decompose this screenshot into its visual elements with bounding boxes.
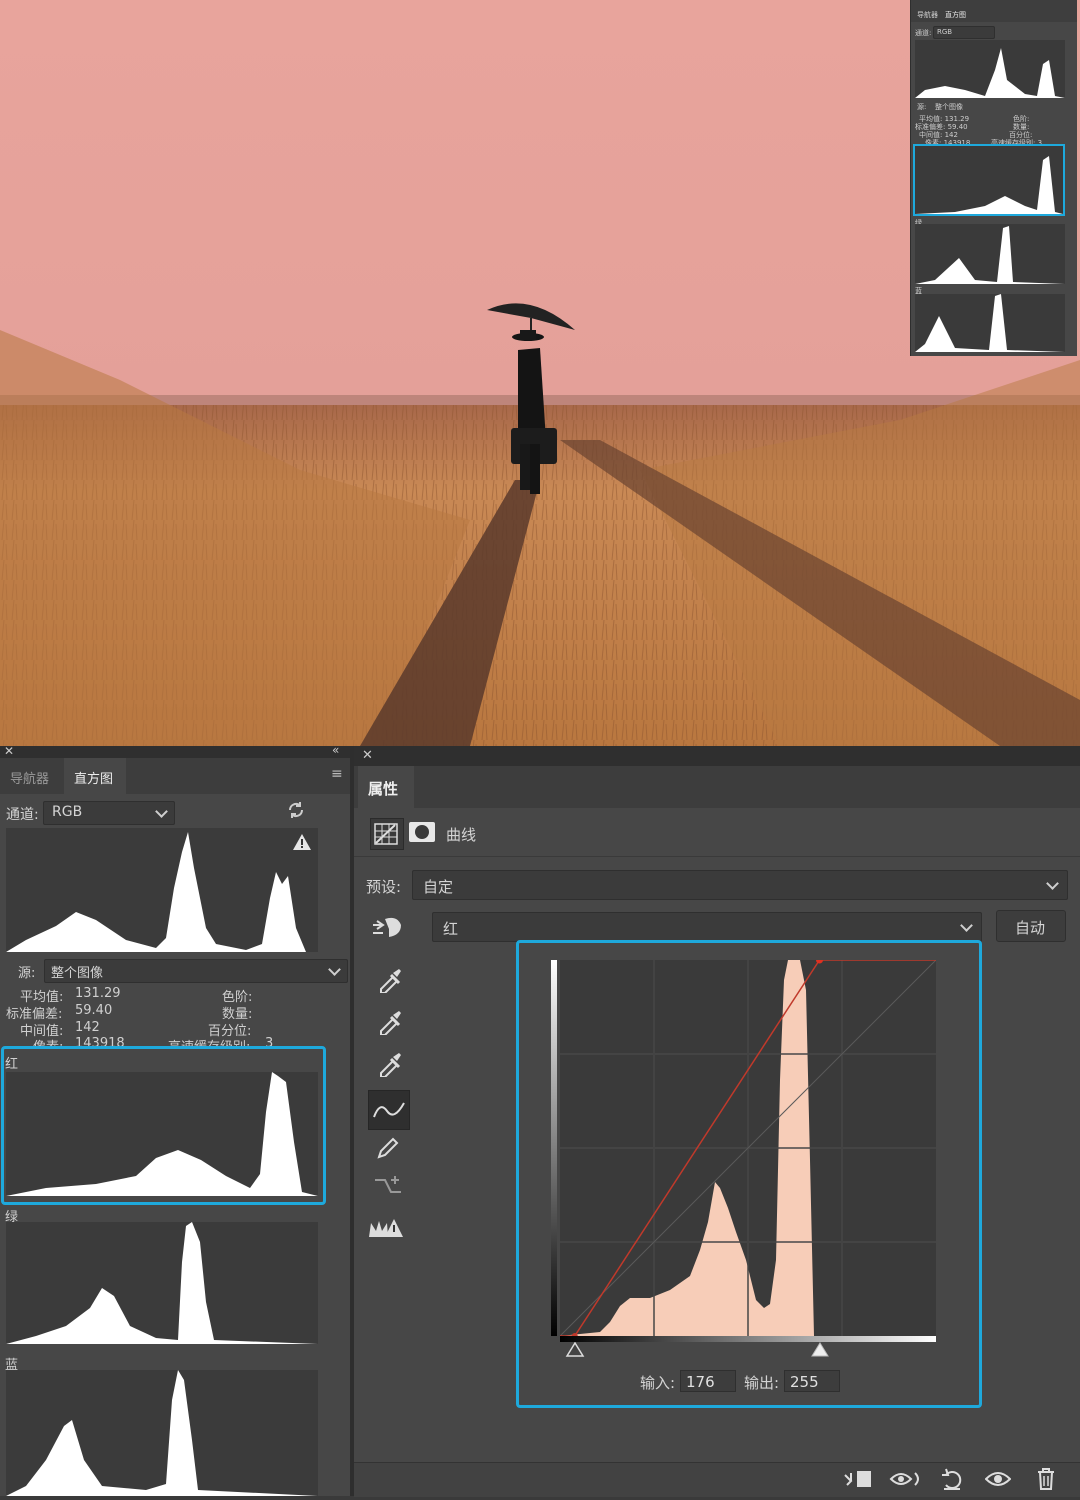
black-point-slider[interactable] xyxy=(565,1341,585,1362)
mini-source-value: 整个图像 xyxy=(935,103,963,111)
channel-value: RGB xyxy=(52,804,83,820)
mini-tab-navigator[interactable]: 导航器 xyxy=(917,10,938,20)
output-gradient-bar xyxy=(551,960,557,1336)
bottom-toolbar xyxy=(354,1462,1080,1497)
chevron-down-icon xyxy=(1046,877,1059,890)
curves-graph-svg xyxy=(559,956,937,1339)
separator xyxy=(354,856,1080,857)
adjustment-name: 曲线 xyxy=(446,826,477,844)
tab-properties[interactable]: 属性 xyxy=(358,766,414,808)
mini-histogram-overlay: 导航器 直方图 通道: RGB 源: 整个图像 平均值: 131.29 标准偏差… xyxy=(910,0,1077,356)
green-histogram xyxy=(6,1222,318,1344)
pixels-value: 143918 xyxy=(75,1036,125,1046)
source-select[interactable]: 整个图像 xyxy=(44,959,348,983)
preset-label: 预设: xyxy=(366,878,402,896)
trash-icon[interactable] xyxy=(1028,1464,1064,1494)
mini-channel-select[interactable]: RGB xyxy=(933,26,995,39)
mini-tab-histogram[interactable]: 直方图 xyxy=(945,10,966,20)
curve-channel-select[interactable]: 红 xyxy=(432,912,982,942)
preset-value: 自定 xyxy=(423,878,454,896)
auto-button-label: 自动 xyxy=(1015,919,1046,937)
channel-label: 通道: xyxy=(6,807,39,823)
menu-icon[interactable]: ≡ xyxy=(331,766,343,782)
tab-histogram-label: 直方图 xyxy=(74,772,114,787)
preset-select[interactable]: 自定 xyxy=(412,870,1068,900)
source-label: 源: xyxy=(18,966,36,981)
refresh-icon[interactable] xyxy=(286,800,306,824)
median-value: 142 xyxy=(75,1020,100,1035)
mini-channel-value: RGB xyxy=(937,28,953,36)
red-histogram-highlight xyxy=(1,1046,326,1205)
input-label: 输入: xyxy=(640,1374,676,1392)
input-gradient-bar xyxy=(560,1336,936,1342)
auto-button[interactable]: 自动 xyxy=(996,910,1066,942)
input-value-field[interactable]: 176 xyxy=(680,1370,736,1392)
histogram-panel: ✕ « 导航器 直方图 ≡ 通道: RGB 源: 整个图像 平均值: 131.2… xyxy=(0,743,350,1496)
eyedropper-gray-icon[interactable] xyxy=(372,1004,408,1040)
pencil-icon[interactable] xyxy=(370,1130,406,1166)
smooth-icon[interactable] xyxy=(370,1168,406,1204)
cache-value: 3 xyxy=(265,1036,274,1046)
mini-blue-histogram xyxy=(915,294,1065,352)
mini-tab-bar: 导航器 直方图 xyxy=(911,0,1077,22)
tab-histogram[interactable]: 直方图 xyxy=(64,758,126,794)
output-value-field[interactable]: 255 xyxy=(784,1370,840,1392)
pixels-label: 像素: xyxy=(33,1036,63,1046)
tab-navigator[interactable]: 导航器 xyxy=(10,768,49,787)
close-icon[interactable]: ✕ xyxy=(362,748,373,763)
tab-bar xyxy=(0,758,350,794)
chevron-down-icon xyxy=(960,919,973,932)
properties-panel: ✕ 属性 曲线 预设: 自定 红 自动 输入: 176 输出: 255 xyxy=(354,746,1080,1497)
eyedropper-white-icon[interactable] xyxy=(372,1046,408,1082)
collapse-icon[interactable]: « xyxy=(332,743,339,757)
eyedropper-black-icon[interactable] xyxy=(372,962,408,998)
source-value: 整个图像 xyxy=(51,966,104,981)
panel-title-strip xyxy=(354,746,1080,766)
mini-rgb-histogram xyxy=(915,40,1065,98)
tab-properties-label: 属性 xyxy=(368,780,399,798)
curves-grid-icon[interactable] xyxy=(370,818,404,850)
channel-select[interactable]: RGB xyxy=(43,801,175,825)
clip-to-layer-icon[interactable] xyxy=(840,1464,876,1494)
mini-source-label: 源: xyxy=(917,103,927,111)
white-point-slider[interactable] xyxy=(810,1342,830,1362)
mini-red-histogram xyxy=(913,144,1065,216)
close-icon[interactable]: ✕ xyxy=(4,744,14,758)
mini-green-histogram xyxy=(915,224,1065,284)
percentile-label: 百分位: xyxy=(208,1024,252,1039)
output-label: 输出: xyxy=(744,1374,780,1392)
view-previous-icon[interactable] xyxy=(886,1464,926,1494)
stddev-value: 59.40 xyxy=(75,1003,113,1018)
rgb-histogram xyxy=(6,828,318,952)
mask-icon[interactable] xyxy=(408,820,436,844)
stats-clipped-row: 像素: 143918 高速缓存级别: 3 xyxy=(0,1034,330,1046)
targeted-adjust-icon[interactable] xyxy=(370,910,406,946)
chevron-down-icon xyxy=(328,963,341,976)
warning-icon[interactable] xyxy=(293,834,311,854)
visibility-icon[interactable] xyxy=(980,1464,1016,1494)
curves-graph[interactable] xyxy=(559,956,937,1339)
curve-channel-value: 红 xyxy=(443,920,459,938)
tab-bar xyxy=(354,766,1080,808)
reset-icon[interactable] xyxy=(934,1464,970,1494)
blue-histogram xyxy=(6,1370,318,1496)
chevron-down-icon xyxy=(155,805,168,818)
mini-channel-label: 通道: xyxy=(915,29,932,37)
panel-title-strip xyxy=(0,746,350,758)
curve-point-tool-icon[interactable] xyxy=(368,1090,410,1130)
clipping-warning-icon[interactable] xyxy=(368,1210,404,1246)
mean-value: 131.29 xyxy=(75,986,121,1001)
